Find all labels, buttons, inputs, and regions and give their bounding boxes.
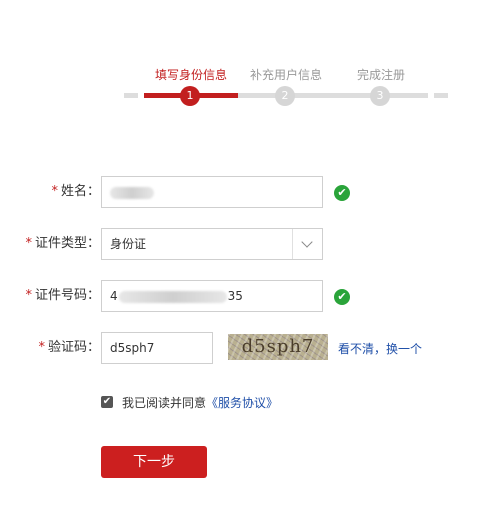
step-1-label: 填写身份信息 — [154, 68, 227, 82]
step-track-start — [124, 93, 138, 98]
id-type-select[interactable]: 身份证 — [101, 228, 323, 260]
redacted-id-number — [118, 290, 227, 303]
id-number-suffix: 35 — [227, 289, 243, 303]
redacted-name — [110, 186, 154, 199]
step-1-dot: 1 — [180, 86, 200, 106]
chevron-down-icon[interactable] — [292, 229, 322, 259]
name-valid-icon: ✔ — [334, 185, 350, 201]
next-button[interactable]: 下一步 — [101, 446, 207, 478]
id-number-field[interactable]: 4 35 — [101, 280, 323, 312]
captcha-refresh-link[interactable]: 看不清，换一个 — [338, 340, 422, 357]
required-mark: * — [25, 288, 32, 303]
captcha-label: * 验证码： — [38, 340, 100, 355]
required-mark: * — [25, 236, 32, 251]
service-agreement-link[interactable]: 《服务协议》 — [206, 396, 278, 410]
required-mark: * — [38, 340, 45, 355]
step-2-label: 补充用户信息 — [249, 68, 322, 82]
step-track-rest — [238, 93, 428, 98]
step-2-dot: 2 — [275, 86, 295, 106]
captcha-input[interactable]: d5sph7 — [101, 332, 213, 364]
id-type-value: 身份证 — [110, 237, 147, 251]
step-3-dot: 3 — [370, 86, 390, 106]
name-label: * 姓名： — [51, 184, 100, 199]
name-field[interactable] — [101, 176, 323, 208]
step-3-label: 完成注册 — [356, 68, 405, 82]
required-mark: * — [51, 184, 58, 199]
id-type-label: * 证件类型： — [25, 236, 100, 251]
agree-checkbox[interactable]: ✔ — [101, 396, 113, 408]
agree-text: 我已阅读并同意《服务协议》 — [122, 396, 279, 410]
step-track-end — [434, 93, 448, 98]
id-number-label: * 证件号码： — [25, 288, 100, 303]
captcha-image[interactable]: d5sph7 — [228, 334, 328, 360]
id-number-valid-icon: ✔ — [334, 289, 350, 305]
id-number-prefix: 4 — [110, 289, 118, 303]
